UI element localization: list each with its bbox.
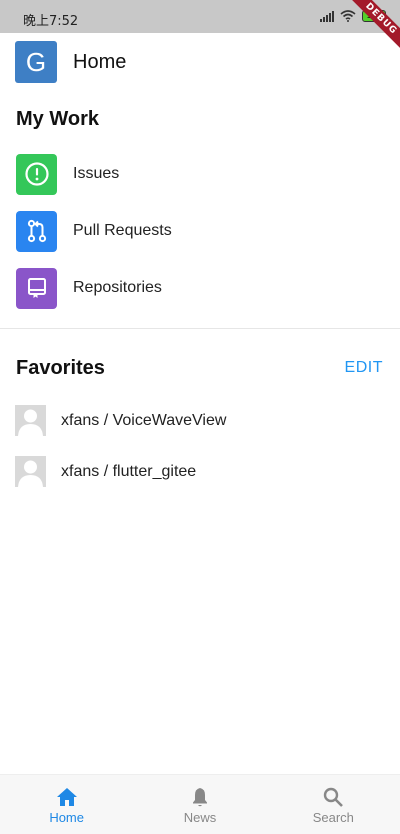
- favorite-item-label: xfans / VoiceWaveView: [61, 411, 227, 429]
- search-icon: [324, 787, 344, 807]
- status-bar: 晚上7:52 100 DEBUG: [0, 0, 400, 56]
- status-time: 晚上7:52: [23, 14, 79, 29]
- bottom-navigation: Home News Search: [0, 774, 400, 834]
- app-header: G Home: [15, 41, 126, 83]
- favorites-heading: Favorites: [16, 357, 105, 379]
- issue-icon: [16, 153, 57, 195]
- nav-news-label: News: [183, 810, 217, 825]
- nav-news[interactable]: News: [133, 775, 266, 834]
- nav-search-label: Search: [312, 810, 354, 825]
- user-avatar[interactable]: G: [15, 41, 57, 83]
- work-item-label: Pull Requests: [73, 222, 172, 239]
- work-item-label: Repositories: [73, 279, 162, 296]
- nav-home-label: Home: [49, 810, 84, 825]
- pull-request-icon: [16, 210, 57, 252]
- repo-avatar: [15, 405, 46, 436]
- home-icon: [56, 788, 77, 806]
- repository-icon: [16, 267, 57, 309]
- signal-icon: [320, 10, 334, 22]
- favorite-item[interactable]: xfans / flutter_gitee: [15, 456, 196, 487]
- favorite-item-label: xfans / flutter_gitee: [61, 462, 197, 480]
- repo-avatar: [15, 456, 46, 487]
- my-work-heading: My Work: [16, 108, 99, 130]
- favorite-item[interactable]: xfans / VoiceWaveView: [15, 405, 226, 436]
- work-item-pull-requests[interactable]: Pull Requests: [16, 210, 384, 252]
- work-item-label: Issues: [73, 165, 120, 182]
- edit-favorites-button[interactable]: EDIT: [345, 359, 383, 377]
- nav-home[interactable]: Home: [0, 775, 133, 834]
- work-item-issues[interactable]: Issues: [16, 153, 384, 195]
- wifi-icon: [340, 10, 356, 22]
- section-divider: [0, 328, 400, 329]
- debug-banner: DEBUG: [344, 0, 400, 56]
- work-item-repositories[interactable]: Repositories: [16, 267, 384, 309]
- nav-search[interactable]: Search: [267, 775, 400, 834]
- bell-icon: [192, 788, 207, 807]
- page-title: Home: [73, 50, 127, 73]
